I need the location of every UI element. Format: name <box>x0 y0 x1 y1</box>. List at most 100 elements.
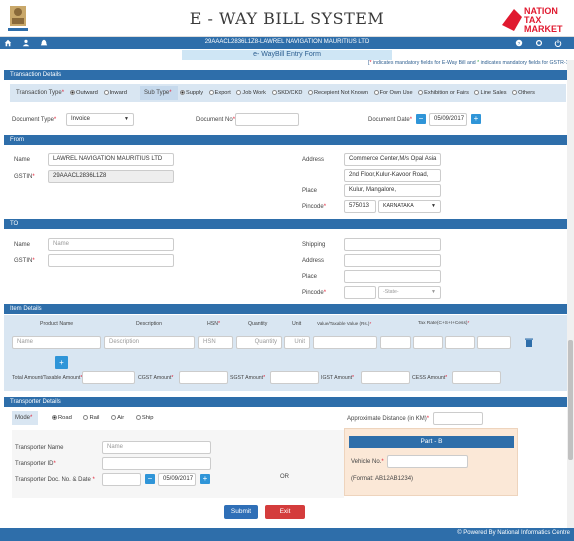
cess-amount-label: CESS Amount* <box>412 375 448 381</box>
transporter-id-input[interactable] <box>102 457 211 470</box>
radio-air[interactable]: Air <box>111 415 124 421</box>
cgst-amount-input[interactable] <box>179 371 228 384</box>
app-title: E - WAY BILL SYSTEM <box>189 9 385 28</box>
date-increment-button[interactable]: + <box>471 114 481 124</box>
to-gstin-input[interactable] <box>48 254 174 267</box>
radio-job-work[interactable]: Job Work <box>236 90 266 96</box>
power-icon[interactable] <box>554 39 562 47</box>
header-quantity: Quantity <box>248 321 268 327</box>
to-pincode-label: Pincode* <box>302 290 327 296</box>
submit-button[interactable]: Submit <box>224 505 258 519</box>
item-hsn-input[interactable]: HSN <box>198 336 233 349</box>
form-title: e- WayBill Entry Form <box>182 50 392 60</box>
powered-by-text: © Powered By National Informatics Centre <box>457 530 570 536</box>
from-address-label: Address <box>302 157 325 163</box>
chevron-down-icon: ▼ <box>124 116 129 122</box>
vehicle-no-input[interactable] <box>387 455 468 468</box>
to-name-input[interactable]: Name <box>48 238 174 251</box>
date-decrement-button[interactable]: − <box>416 114 426 124</box>
header-description: Description <box>136 321 162 327</box>
add-item-button[interactable]: + <box>55 356 68 369</box>
distance-input[interactable] <box>433 412 483 425</box>
scrollbar-thumb[interactable] <box>568 340 573 460</box>
transaction-section-header: Transaction Details <box>4 70 568 80</box>
to-pincode-input[interactable] <box>344 286 376 299</box>
radio-export[interactable]: Export <box>208 90 231 96</box>
document-date-label: Document Date* <box>368 117 413 123</box>
from-pincode-input[interactable]: 575013 <box>344 200 376 213</box>
item-description-input[interactable]: Description <box>104 336 195 349</box>
from-place-input[interactable]: Kulur, Mangalore, <box>344 184 441 197</box>
radio-inward[interactable]: Inward <box>103 90 127 96</box>
transporter-date-decrement-button[interactable]: − <box>145 474 155 484</box>
igst-amount-input[interactable] <box>361 371 410 384</box>
app-header: E - WAY BILL SYSTEM NATION TAX MARKET <box>0 0 574 37</box>
from-state-select[interactable]: KARNATAKA ▼ <box>378 200 441 213</box>
item-unit-input[interactable]: Unit <box>284 336 310 349</box>
header-value: Value/Taxable Value (Rs.)* <box>317 321 372 326</box>
from-section-header: From <box>4 135 568 145</box>
to-gstin-label: GSTIN* <box>14 258 35 264</box>
to-place-label: Place <box>302 274 318 280</box>
radio-exhibition[interactable]: Exhibition or Fairs <box>418 90 469 96</box>
transporter-date-increment-button[interactable]: + <box>200 474 210 484</box>
to-shipping-input[interactable] <box>344 238 441 251</box>
radio-own-use[interactable]: For Own Use <box>373 90 413 96</box>
radio-ship[interactable]: Ship <box>135 415 153 421</box>
transporter-doc-no-input[interactable] <box>102 473 141 486</box>
delete-icon[interactable] <box>525 338 533 347</box>
header-product-name: Product Name <box>40 321 74 327</box>
item-name-input[interactable]: Name <box>12 336 101 349</box>
total-amount-input[interactable] <box>82 371 135 384</box>
radio-road[interactable]: Road <box>52 415 72 421</box>
document-type-label: Document Type* <box>12 117 57 123</box>
radio-others[interactable]: Others <box>512 90 535 96</box>
nation-tax-market-logo: NATION TAX MARKET <box>502 6 563 34</box>
from-address2-input[interactable]: 2nd Floor,Kulur-Kavoor Road, <box>344 169 441 182</box>
transporter-id-label: Transporter ID* <box>15 461 56 467</box>
or-label: OR <box>280 474 289 480</box>
igst-amount-label: IGST Amount* <box>321 375 355 381</box>
chevron-down-icon: ▼ <box>431 203 436 209</box>
sgst-amount-label: SGST Amount* <box>230 375 266 381</box>
sgst-amount-input[interactable] <box>270 371 319 384</box>
item-igst-rate-input[interactable] <box>445 336 475 349</box>
document-date-input[interactable]: 05/09/2017 <box>429 113 467 126</box>
radio-recepient-not-known[interactable]: Recepient Not Known <box>307 90 368 96</box>
exit-button[interactable]: Exit <box>265 505 305 519</box>
transporter-doc-label: Transporter Doc. No. & Date * <box>15 477 95 483</box>
mode-radios: Road Rail Air Ship <box>52 415 157 421</box>
item-value-input[interactable] <box>313 336 377 349</box>
to-place-input[interactable] <box>344 270 441 283</box>
to-address-input[interactable] <box>344 254 441 267</box>
top-navbar: 29AAACL2836L1Z8-LAWREL NAVIGATION MAURIT… <box>0 37 574 49</box>
radio-supply[interactable]: Supply <box>180 90 203 96</box>
from-name-input[interactable]: LAWREL NAVIGATION MAURITIUS LTD <box>48 153 174 166</box>
to-state-select[interactable]: -State- ▼ <box>378 286 441 299</box>
cess-amount-input[interactable] <box>452 371 501 384</box>
from-address1-input[interactable]: Commerce Center,M/s Opal Asia <box>344 153 441 166</box>
transporter-doc-date-input[interactable]: 05/09/2017 <box>158 473 196 486</box>
radio-rail[interactable]: Rail <box>83 415 99 421</box>
settings-icon[interactable] <box>535 39 543 47</box>
radio-skd-ckd[interactable]: SKD/CKD <box>271 90 302 96</box>
item-quantity-input[interactable]: Quantity <box>236 336 282 349</box>
mode-label: Mode* <box>15 415 33 421</box>
item-cgst-rate-input[interactable] <box>380 336 411 349</box>
from-gstin-input: 29AAACL2836L1Z8 <box>48 170 174 183</box>
item-sgst-rate-input[interactable] <box>413 336 443 349</box>
subtype-radios: Supply Export Job Work SKD/CKD Recepient… <box>180 90 539 96</box>
logo-line3: MARKET <box>524 24 563 34</box>
radio-line-sales[interactable]: Line Sales <box>474 90 507 96</box>
subtype-label: Sub Type* <box>144 90 172 96</box>
document-no-input[interactable] <box>235 113 299 126</box>
item-cess-rate-input[interactable] <box>477 336 511 349</box>
help-icon[interactable]: ? <box>515 39 523 47</box>
header-unit: Unit <box>292 321 302 327</box>
part-b-title: Part - B <box>349 436 514 448</box>
transporter-name-input[interactable]: Name <box>102 441 211 454</box>
from-place-label: Place <box>302 188 318 194</box>
document-type-select[interactable]: Invoice ▼ <box>66 113 134 126</box>
radio-outward[interactable]: Outward <box>70 90 98 96</box>
vehicle-no-label: Vehicle No.* <box>351 459 384 465</box>
